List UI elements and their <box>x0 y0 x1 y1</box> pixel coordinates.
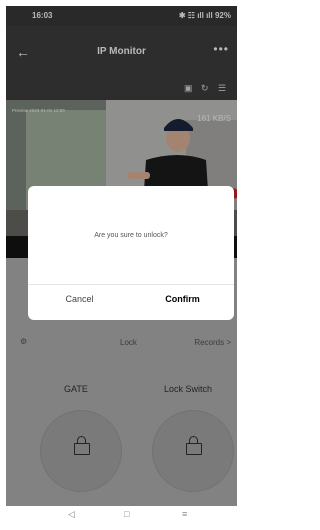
phone-screen: 16:03 ✱ ☷ ıll ıll 92% ← IP Monitor ••• ▣… <box>6 6 237 524</box>
confirm-button[interactable]: Confirm <box>131 294 234 304</box>
dialog-divider <box>28 284 234 285</box>
system-navigation-bar: ◁ □ ≡ <box>6 506 237 524</box>
unlock-confirmation-dialog: Are you sure to unlock? Cancel Confirm <box>28 186 234 320</box>
nav-menu-icon[interactable]: ≡ <box>182 509 187 519</box>
dialog-message: Are you sure to unlock? <box>94 232 168 239</box>
nav-home-icon[interactable]: □ <box>124 509 129 519</box>
nav-back-icon[interactable]: ◁ <box>68 509 75 520</box>
cancel-button[interactable]: Cancel <box>28 294 131 304</box>
